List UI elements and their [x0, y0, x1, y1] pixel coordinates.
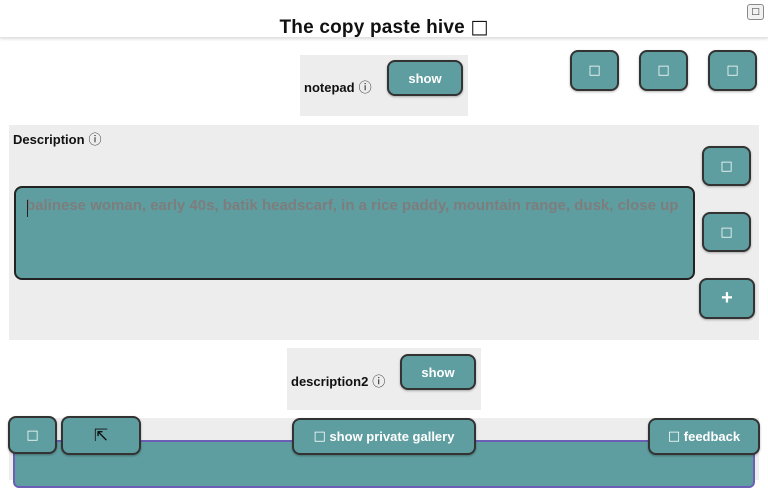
tool-button-2[interactable]: □ — [639, 50, 688, 91]
info-icon: ⓘ — [372, 375, 386, 390]
notepad-label-group: notepad ⓘ — [304, 77, 372, 96]
notepad-label: notepad — [304, 80, 355, 95]
show-private-gallery-label: show private gallery — [329, 429, 455, 444]
description2-label: description2 — [291, 374, 369, 389]
description-textarea[interactable]: balinese woman, early 40s, batik headsca… — [14, 186, 695, 280]
action-icon-1: □ — [720, 158, 733, 174]
description-label-group: Description ⓘ — [13, 129, 102, 148]
tool-icon-3: □ — [726, 63, 739, 78]
menu-icon[interactable]: □ — [747, 4, 764, 20]
description-placeholder: balinese woman, early 40s, batik headsca… — [26, 197, 679, 214]
tool-icon-1: □ — [588, 63, 601, 78]
text-caret — [27, 200, 28, 217]
feedback-button[interactable]: □ feedback — [648, 418, 760, 455]
info-icon: ⓘ — [88, 133, 102, 148]
scroll-top-button[interactable]: ⇱ — [61, 416, 141, 455]
action-icon-2: □ — [720, 224, 733, 240]
add-button[interactable]: + — [699, 278, 755, 319]
description2-show-button[interactable]: show — [400, 354, 476, 390]
tool-button-1[interactable]: □ — [570, 50, 619, 91]
bee-icon: □ — [470, 16, 489, 38]
feedback-icon: □ — [667, 429, 681, 444]
gallery-icon: □ — [313, 429, 326, 444]
info-icon: ⓘ — [358, 81, 372, 96]
tool-icon-2: □ — [657, 63, 670, 78]
description-action-button-1[interactable]: □ — [702, 146, 751, 186]
arrow-up-left-icon: ⇱ — [93, 425, 109, 446]
notepad-show-button[interactable]: show — [387, 60, 463, 96]
bottom-left-button[interactable]: □ — [8, 416, 57, 454]
home-icon: □ — [26, 427, 39, 443]
description-action-button-2[interactable]: □ — [702, 212, 751, 252]
show-private-gallery-button[interactable]: □ show private gallery — [292, 418, 476, 455]
page-title-text: The copy paste hive — [279, 17, 465, 38]
description2-label-group: description2 ⓘ — [291, 371, 385, 390]
page-title: The copy paste hive □ — [0, 16, 768, 39]
feedback-label: feedback — [683, 429, 741, 444]
tool-button-3[interactable]: □ — [708, 50, 757, 91]
description-label: Description — [13, 132, 85, 147]
